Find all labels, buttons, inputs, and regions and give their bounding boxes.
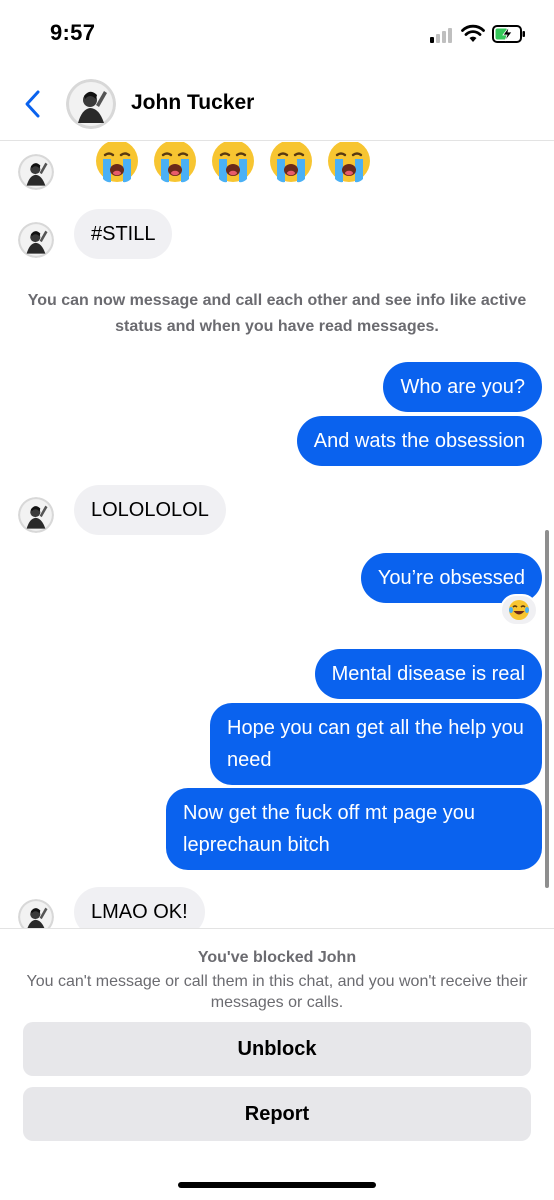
avatar[interactable] (18, 222, 54, 258)
outgoing-message[interactable]: Mental disease is real (314, 649, 542, 699)
incoming-message[interactable]: LOLOLOLOL (74, 485, 226, 535)
avatar[interactable] (18, 497, 54, 533)
reaction-badge[interactable] (500, 594, 538, 626)
tears-of-joy-emoji-icon (509, 600, 529, 620)
cellular-signal-icon (430, 27, 456, 43)
loudly-crying-emoji-icon (152, 142, 198, 184)
outgoing-message[interactable]: Who are you? (383, 362, 542, 412)
home-indicator[interactable] (178, 1182, 376, 1188)
loudly-crying-emoji-icon (94, 142, 140, 184)
outgoing-message[interactable]: And wats the obsession (296, 416, 542, 466)
battery-charging-icon (492, 25, 525, 43)
status-time: 9:57 (50, 20, 96, 45)
chat-header: John Tucker (0, 66, 554, 141)
system-notice: You can now message and call each other … (27, 292, 527, 335)
scrollbar[interactable] (545, 530, 549, 888)
incoming-message[interactable]: LMAO OK! (74, 887, 205, 928)
contact-avatar[interactable] (66, 79, 116, 129)
message-list[interactable]: #STILL You can now message and call each… (0, 142, 554, 928)
status-bar: 9:57 (0, 0, 554, 66)
avatar[interactable] (18, 899, 54, 928)
loudly-crying-emoji-icon (210, 142, 256, 184)
avatar[interactable] (18, 154, 54, 190)
blocked-description: You can't message or call them in this c… (26, 973, 528, 1011)
report-button[interactable]: Report (23, 1087, 531, 1141)
emoji-message[interactable] (94, 142, 372, 184)
chevron-left-icon[interactable] (22, 88, 44, 120)
blocked-title: You've blocked John (197, 949, 357, 966)
contact-name[interactable]: John Tucker (131, 91, 254, 115)
loudly-crying-emoji-icon (268, 142, 314, 184)
blocked-panel: You've blocked John You can't message or… (0, 928, 554, 1200)
loudly-crying-emoji-icon (326, 142, 372, 184)
incoming-message[interactable]: #STILL (74, 209, 173, 259)
unblock-button[interactable]: Unblock (23, 1022, 531, 1076)
wifi-icon (461, 24, 485, 42)
outgoing-message[interactable]: Hope you can get all the help you need (210, 703, 542, 785)
outgoing-message[interactable]: Now get the fuck off mt page you leprech… (166, 788, 542, 870)
